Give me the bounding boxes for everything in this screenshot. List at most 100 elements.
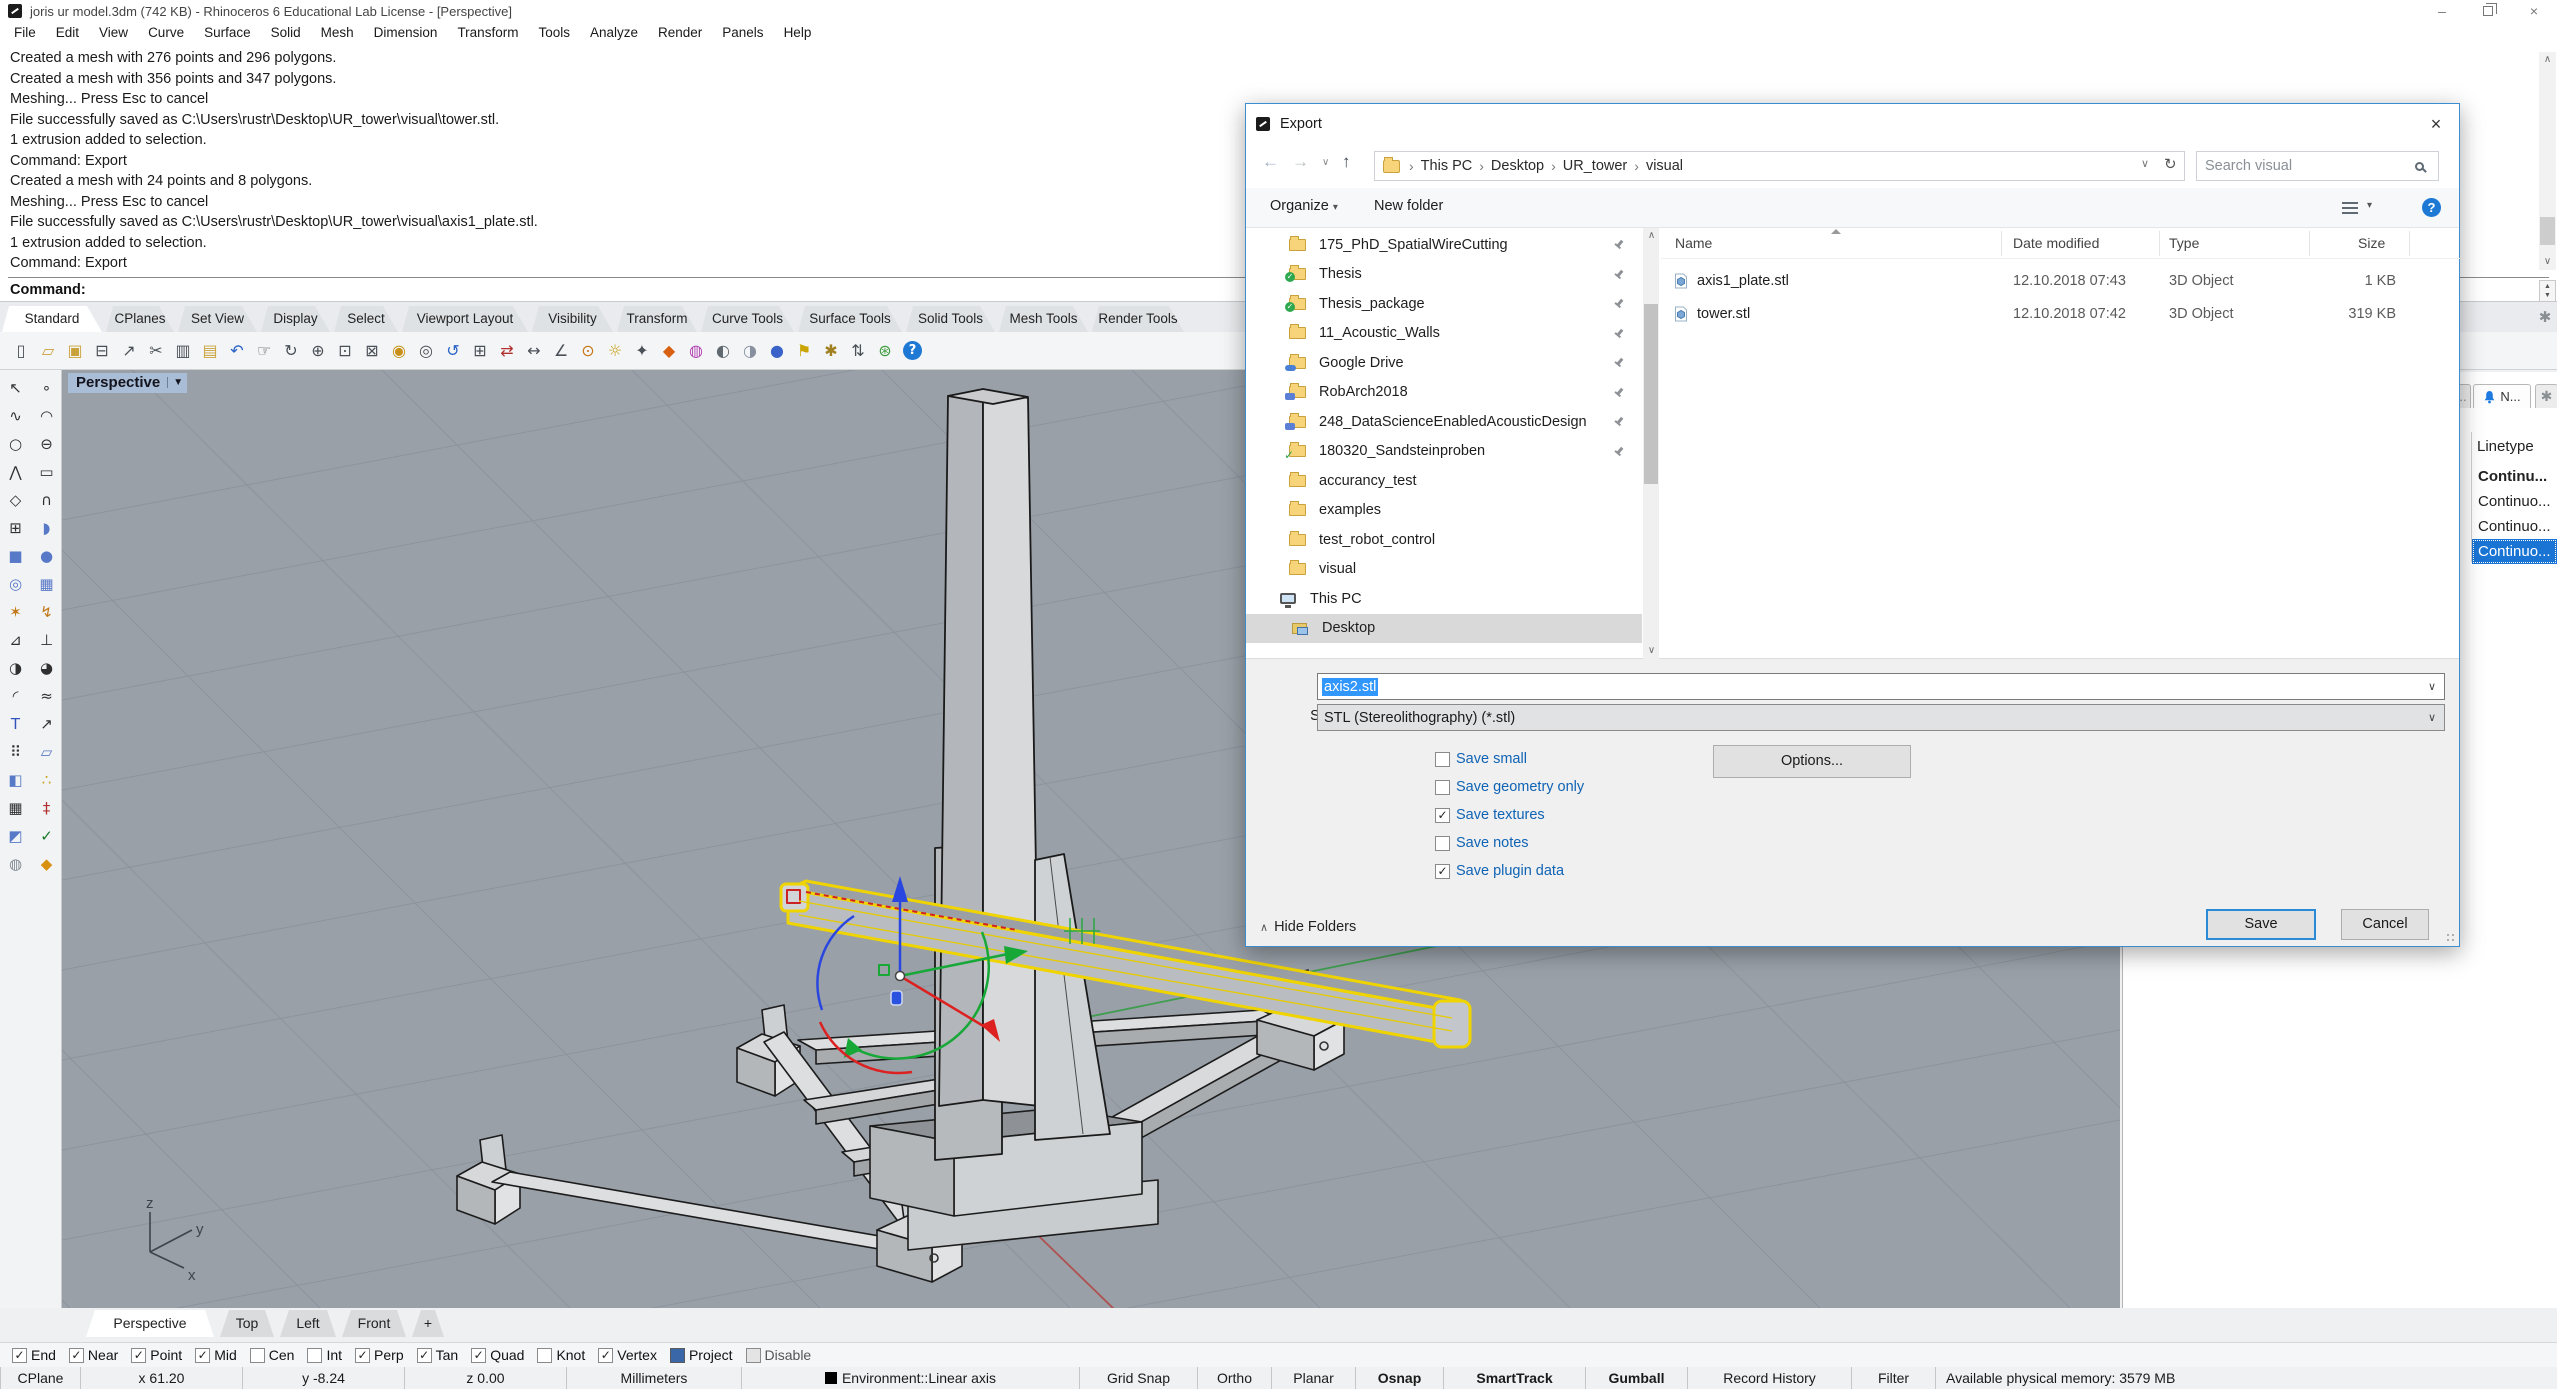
address-dropdown-icon[interactable]: ∨ <box>2141 157 2149 170</box>
column-header-type[interactable]: Type <box>2169 235 2199 251</box>
folder-name[interactable]: 11_Acoustic_Walls <box>1319 325 1440 341</box>
viewport-menu-caret-icon[interactable]: ▼ <box>167 377 183 388</box>
toolbar-icon[interactable]: ◆ <box>656 338 682 364</box>
option-label[interactable]: Save textures <box>1456 807 1545 823</box>
command-height-spinner[interactable]: ▲▼ <box>2539 280 2556 302</box>
menu-item[interactable]: Solid <box>261 22 311 44</box>
option-label[interactable]: Save small <box>1456 751 1527 767</box>
menu-item[interactable]: View <box>89 22 138 44</box>
folder-name[interactable]: visual <box>1319 561 1356 577</box>
sidebar-tool-icon[interactable]: ◧ <box>8 771 22 789</box>
toolbar-icon[interactable]: ▱ <box>35 338 61 364</box>
address-bar[interactable]: › This PC › Desktop › UR_tower › visual <box>1374 151 2185 181</box>
folder-list-item[interactable]: 11_Acoustic_Walls <box>1246 319 1642 349</box>
sidebar-tool-icon[interactable]: ✶ <box>9 603 22 621</box>
status-cell[interactable]: Record History <box>1687 1367 1851 1389</box>
breadcrumb-segment[interactable]: › UR_tower <box>1544 158 1627 174</box>
status-cell[interactable]: CPlane <box>0 1367 80 1389</box>
folder-pane-scrollbar[interactable]: ∧ ∨ <box>1643 228 1659 659</box>
back-arrow-icon[interactable]: ← <box>1262 152 1279 172</box>
toolbar-tab[interactable]: Curve Tools <box>701 306 794 332</box>
status-cell[interactable]: Filter <box>1851 1367 1935 1389</box>
export-option[interactable]: Save textures <box>1435 801 1584 829</box>
osnap-checkbox[interactable] <box>131 1348 146 1363</box>
export-option[interactable]: Save notes <box>1435 829 1584 857</box>
panel-tab-settings[interactable]: ✱ <box>2535 384 2557 408</box>
resize-grip[interactable] <box>2446 933 2456 943</box>
osnap-checkbox[interactable] <box>307 1348 322 1363</box>
menu-item[interactable]: Tools <box>528 22 580 44</box>
breadcrumb-segment[interactable]: › Desktop <box>1472 158 1544 174</box>
command-scrollbar[interactable]: ∧ ∨ <box>2539 52 2556 270</box>
viewport-title[interactable]: Perspective ▼ <box>68 373 187 393</box>
sidebar-tool-icon[interactable]: ■ <box>8 547 22 565</box>
osnap-toggle[interactable]: Cen <box>250 1347 295 1363</box>
folder-list-item[interactable]: Thesis_package <box>1246 289 1642 319</box>
option-label[interactable]: Save plugin data <box>1456 863 1564 879</box>
history-caret-icon[interactable]: ∨ <box>1322 157 1329 168</box>
organize-button[interactable]: Organize▾ <box>1270 198 1338 214</box>
scroll-down-icon[interactable]: ∨ <box>2539 254 2556 270</box>
sidebar-tool-icon[interactable]: ↖ <box>9 379 22 397</box>
sidebar-tool-icon[interactable]: ◑ <box>9 659 22 677</box>
folder-list-item[interactable]: Thesis <box>1246 260 1642 290</box>
toolbar-icon[interactable]: ● <box>764 338 790 364</box>
column-header-date[interactable]: Date modified <box>2013 235 2099 251</box>
new-folder-button[interactable]: New folder <box>1374 198 1443 214</box>
status-cell[interactable]: SmartTrack <box>1443 1367 1585 1389</box>
toolbar-icon[interactable]: ▣ <box>62 338 88 364</box>
file-name-input[interactable]: axis2.stl ∨ <box>1317 673 2445 700</box>
layer-row-linetype[interactable]: Continu... <box>2472 464 2557 489</box>
osnap-toggle[interactable]: Int <box>307 1347 342 1363</box>
menu-item[interactable]: Mesh <box>311 22 364 44</box>
toolbar-icon[interactable]: ↻ <box>278 338 304 364</box>
osnap-toggle[interactable]: Vertex <box>598 1347 657 1363</box>
menu-item[interactable]: Panels <box>712 22 773 44</box>
toolbar-tab[interactable]: Standard <box>2 306 102 332</box>
sidebar-tool-icon[interactable]: T <box>11 715 20 733</box>
command-prompt[interactable]: Command: <box>10 282 86 298</box>
viewport-tab[interactable]: Left <box>280 1310 336 1337</box>
forward-arrow-icon[interactable]: → <box>1292 152 1309 172</box>
status-cell[interactable]: Planar <box>1271 1367 1355 1389</box>
folder-name[interactable]: Thesis <box>1319 266 1362 282</box>
layer-row-linetype[interactable]: Continuo... <box>2472 539 2557 564</box>
toolbar-icon[interactable]: ? <box>903 341 922 360</box>
menu-item[interactable]: File <box>4 22 46 44</box>
sidebar-tool-icon[interactable]: ◍ <box>9 855 22 873</box>
folder-list-item[interactable]: test_robot_control <box>1246 525 1642 555</box>
restore-button[interactable] <box>2465 0 2511 22</box>
scroll-up-icon[interactable]: ∧ <box>1643 228 1659 244</box>
sidebar-tool-icon[interactable]: ⋀ <box>9 463 21 481</box>
export-option[interactable]: Save small <box>1435 745 1584 773</box>
toolbar-icon[interactable]: ☼ <box>602 338 628 364</box>
folder-list-item[interactable]: accurancy_test <box>1246 466 1642 496</box>
sidebar-tool-icon[interactable]: ▦ <box>8 799 22 817</box>
toolbar-tab[interactable]: Select <box>334 306 398 332</box>
osnap-toggle[interactable]: Point <box>131 1347 182 1363</box>
menu-item[interactable]: Help <box>774 22 822 44</box>
sidebar-tool-icon[interactable]: ◕ <box>40 659 53 677</box>
file-row[interactable]: axis1_plate.stl 12.10.2018 07:43 3D Obje… <box>1661 264 2460 297</box>
toolbar-icon[interactable]: ⚑ <box>791 338 817 364</box>
scrollbar-thumb[interactable] <box>2540 217 2555 245</box>
osnap-checkbox[interactable] <box>417 1348 432 1363</box>
folder-name[interactable]: Google Drive <box>1319 355 1404 371</box>
options-button[interactable]: Options... <box>1713 745 1911 778</box>
toolbar-icon[interactable]: ▥ <box>170 338 196 364</box>
sidebar-tool-icon[interactable]: ≈ <box>40 687 53 705</box>
file-row[interactable]: tower.stl 12.10.2018 07:42 3D Object 319… <box>1661 297 2460 330</box>
toolbar-tab[interactable]: Render Tools <box>1092 306 1184 332</box>
sidebar-tool-icon[interactable]: ∘ <box>42 379 51 397</box>
sidebar-tool-icon[interactable]: ⊞ <box>9 519 22 537</box>
toolbar-icon[interactable]: ⇄ <box>494 338 520 364</box>
toolbar-icon[interactable]: ⊟ <box>89 338 115 364</box>
option-label[interactable]: Save geometry only <box>1456 779 1584 795</box>
toolbar-icon[interactable]: ◐ <box>710 338 736 364</box>
cancel-button[interactable]: Cancel <box>2341 909 2429 940</box>
hide-folders-button[interactable]: ∧Hide Folders <box>1260 919 1356 935</box>
folder-name[interactable]: 175_PhD_SpatialWireCutting <box>1319 237 1508 253</box>
sidebar-tool-icon[interactable]: ◜ <box>13 687 19 705</box>
status-cell[interactable]: Grid Snap <box>1079 1367 1197 1389</box>
osnap-checkbox[interactable] <box>12 1348 27 1363</box>
